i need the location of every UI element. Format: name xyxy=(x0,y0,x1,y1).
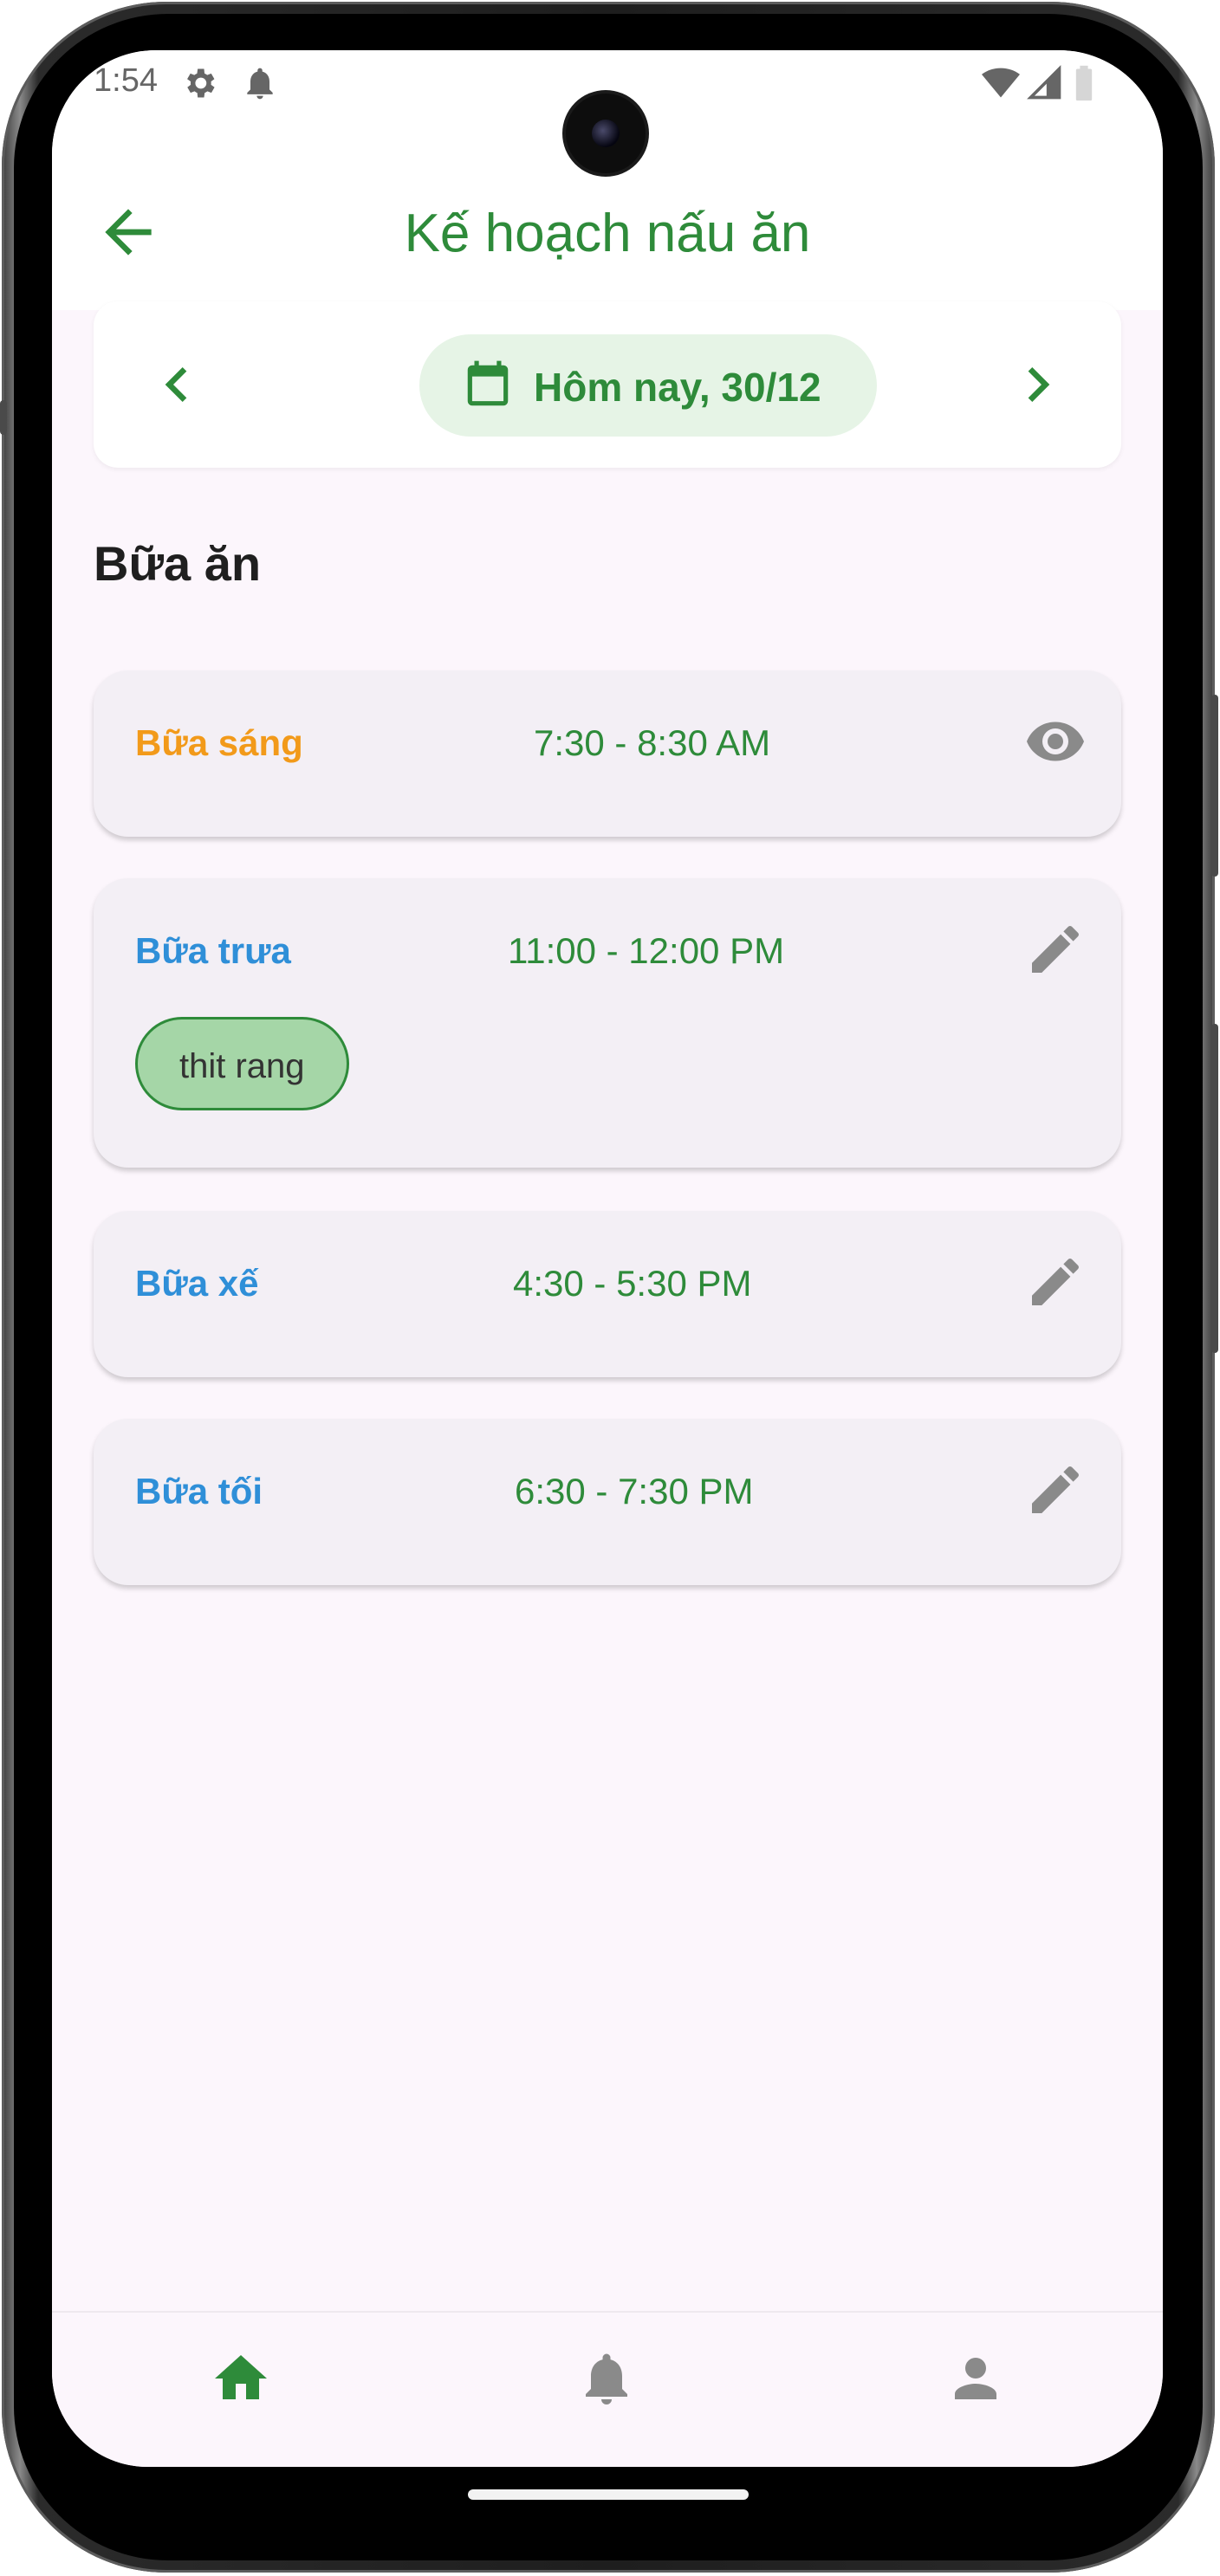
meal-time: 6:30 - 7:30 PM xyxy=(515,1471,754,1511)
pencil-icon xyxy=(1032,1258,1079,1305)
volume-button xyxy=(1211,1024,1218,1353)
front-camera xyxy=(566,94,646,173)
app-screen: 1:54 Kế hoạch nấu ăn Hôm nay, 30/12 Bữa … xyxy=(52,50,1163,2467)
edit-meal-button[interactable] xyxy=(1024,1251,1087,1313)
edit-meal-button[interactable] xyxy=(1024,1459,1087,1521)
nav-home[interactable] xyxy=(210,2347,272,2410)
meal-card-breakfast[interactable]: Bữa sáng 7:30 - 8:30 AM xyxy=(94,670,1121,837)
nav-notifications[interactable] xyxy=(575,2347,638,2410)
calendar-icon xyxy=(467,360,509,406)
chevron-right-icon xyxy=(1028,367,1050,402)
notification-status-icon xyxy=(241,64,279,111)
meal-time: 11:00 - 12:00 PM xyxy=(508,930,785,971)
next-day-button[interactable] xyxy=(1003,350,1073,419)
section-title: Bữa ăn xyxy=(94,536,262,591)
status-time: 1:54 xyxy=(94,62,158,99)
settings-status-icon xyxy=(180,64,218,111)
dish-chip[interactable]: thit rang xyxy=(135,1017,349,1110)
edit-meal-button[interactable] xyxy=(1024,918,1087,981)
page-title: Kế hoạch nấu ăn xyxy=(404,204,811,263)
chevron-left-icon xyxy=(165,367,187,402)
pencil-icon xyxy=(1032,1466,1079,1513)
wifi-icon xyxy=(981,64,1021,111)
meal-time: 7:30 - 8:30 AM xyxy=(534,722,771,763)
meal-card-dinner[interactable]: Bữa tối 6:30 - 7:30 PM xyxy=(94,1419,1121,1585)
meal-card-lunch[interactable]: Bữa trưa 11:00 - 12:00 PM thit rang xyxy=(94,878,1121,1168)
meal-time: 4:30 - 5:30 PM xyxy=(513,1263,752,1304)
meal-name: Bữa tối xyxy=(135,1471,263,1511)
home-icon xyxy=(215,2355,267,2399)
meal-card-snack[interactable]: Bữa xế 4:30 - 5:30 PM xyxy=(94,1211,1121,1377)
left-button xyxy=(0,400,7,435)
nav-profile[interactable] xyxy=(944,2347,1007,2410)
power-button xyxy=(1211,695,1218,877)
previous-day-button[interactable] xyxy=(142,350,211,419)
date-picker-button[interactable]: Hôm nay, 30/12 xyxy=(419,334,877,437)
home-indicator[interactable] xyxy=(468,2489,749,2500)
date-label: Hôm nay, 30/12 xyxy=(534,365,821,410)
signal-icon xyxy=(1026,64,1064,111)
meal-name: Bữa sáng xyxy=(135,722,303,763)
bottom-navigation xyxy=(52,2311,1163,2467)
meal-name: Bữa trưa xyxy=(135,930,291,971)
eye-icon xyxy=(1027,722,1084,761)
battery-icon xyxy=(1073,64,1095,111)
person-icon xyxy=(955,2358,996,2399)
pencil-icon xyxy=(1032,925,1079,973)
view-meal-button[interactable] xyxy=(1024,710,1087,773)
bell-icon xyxy=(586,2353,627,2404)
meal-name: Bữa xế xyxy=(135,1263,259,1304)
date-selector-card: Hôm nay, 30/12 xyxy=(94,301,1121,468)
